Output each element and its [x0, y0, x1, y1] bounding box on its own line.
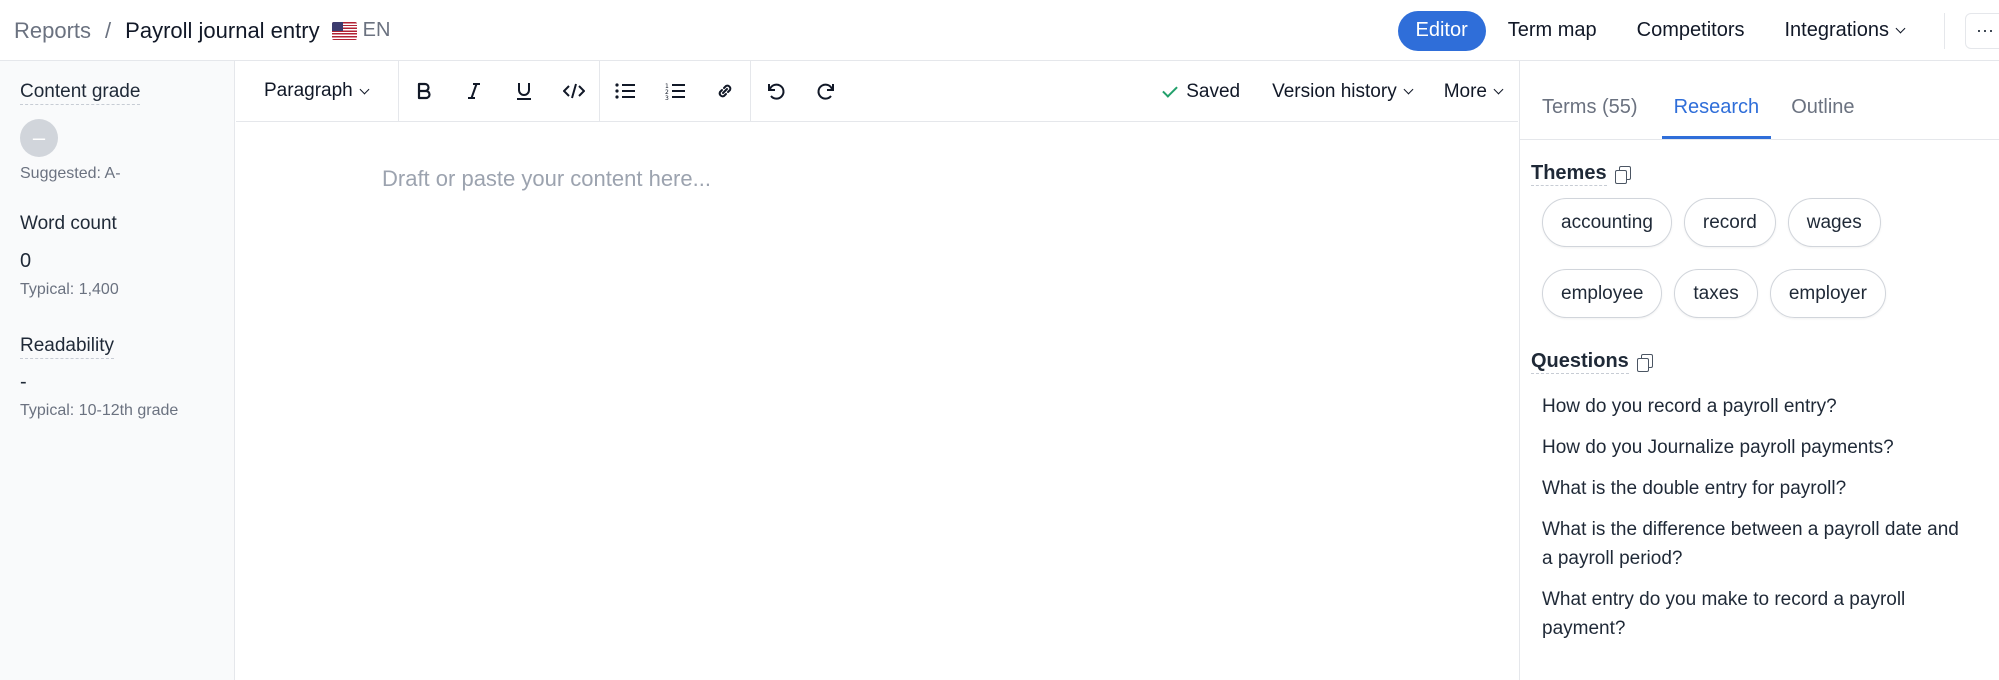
underline-button[interactable] — [499, 61, 549, 122]
bold-button[interactable] — [399, 61, 449, 122]
underline-icon — [516, 83, 531, 100]
theme-chips: accounting record wages employee taxes e… — [1542, 198, 1962, 340]
redo-button[interactable] — [801, 61, 851, 122]
questions-heading: Questions — [1531, 350, 1999, 374]
metrics-sidebar: Content grade – Suggested: A- Word count… — [0, 61, 235, 680]
theme-chip[interactable]: taxes — [1674, 269, 1758, 318]
breadcrumb-separator: / — [105, 17, 112, 43]
chevron-down-icon — [1493, 84, 1504, 95]
question-item[interactable]: What is the double entry for payroll? — [1542, 474, 1962, 503]
version-history-label: Version history — [1272, 80, 1397, 102]
copy-icon[interactable] — [1614, 166, 1631, 184]
theme-chip[interactable]: record — [1683, 198, 1776, 247]
bold-icon — [417, 82, 431, 100]
page-title: Payroll journal entry — [125, 17, 320, 43]
paragraph-style-dropdown[interactable]: Paragraph — [236, 80, 398, 102]
language-selector[interactable]: EN — [363, 19, 391, 42]
svg-text:3: 3 — [665, 95, 669, 100]
nav-divider — [1944, 12, 1945, 49]
content-editor[interactable]: Draft or paste your content here... — [236, 122, 1518, 680]
bullet-list-button[interactable] — [600, 61, 650, 122]
us-flag-icon[interactable] — [331, 21, 357, 40]
more-options-button[interactable]: ··· — [1965, 12, 1999, 49]
text-format-group — [399, 61, 600, 121]
readability-typical: Typical: 10-12th grade — [20, 402, 179, 419]
suggested-grade: Suggested: A- — [20, 165, 121, 182]
question-item[interactable]: How do you record a payroll entry? — [1542, 392, 1962, 421]
chevron-down-icon — [359, 84, 370, 94]
integrations-label: Integrations — [1784, 19, 1889, 41]
breadcrumb: Reports / Payroll journal entry EN — [14, 0, 390, 61]
integrations-dropdown[interactable]: Integrations — [1764, 11, 1924, 51]
code-button[interactable] — [549, 61, 599, 122]
questions-list: How do you record a payroll entry? How d… — [1542, 392, 1962, 643]
themes-section: Themes accounting record wages employee … — [1520, 162, 1999, 340]
italic-button[interactable] — [449, 61, 499, 122]
word-count-value: 0 — [20, 250, 32, 272]
word-count-section: Word count 0 Typical: 1,400 — [20, 213, 234, 299]
history-group — [751, 61, 851, 121]
code-icon — [562, 83, 585, 99]
editor-placeholder: Draft or paste your content here... — [382, 166, 711, 191]
theme-chip[interactable]: wages — [1787, 198, 1881, 247]
theme-chip[interactable]: employee — [1542, 269, 1663, 318]
question-item[interactable]: What is the difference between a payroll… — [1542, 515, 1962, 573]
link-button[interactable] — [700, 61, 750, 122]
readability-label[interactable]: Readability — [20, 335, 114, 359]
breadcrumb-reports-link[interactable]: Reports — [14, 18, 91, 44]
copy-icon[interactable] — [1636, 354, 1653, 372]
top-bar: Reports / Payroll journal entry EN Edito… — [0, 0, 1999, 61]
word-count-label: Word count — [20, 213, 117, 234]
content-grade-label[interactable]: Content grade — [20, 81, 141, 105]
theme-chip[interactable]: employer — [1769, 269, 1886, 318]
numbered-list-button[interactable]: 123 — [650, 61, 700, 122]
list-group: 123 — [600, 61, 751, 121]
undo-button[interactable] — [751, 61, 801, 122]
themes-title: Themes — [1531, 162, 1607, 186]
saved-status: Saved — [1162, 80, 1241, 103]
tab-terms[interactable]: Terms (55) — [1542, 96, 1650, 139]
saved-label: Saved — [1186, 80, 1241, 102]
check-icon — [1162, 81, 1178, 98]
paragraph-group: Paragraph — [236, 61, 399, 121]
toolbar-right-actions: Saved Version history More — [1162, 61, 1518, 122]
word-count-typical: Typical: 1,400 — [20, 281, 119, 298]
top-navigation: Editor Term map Competitors Integrations… — [1397, 0, 1999, 61]
more-label: More — [1443, 80, 1487, 102]
readability-value: - — [20, 371, 27, 393]
competitors-tab-button[interactable]: Competitors — [1617, 11, 1765, 51]
paragraph-label: Paragraph — [264, 80, 353, 101]
version-history-dropdown[interactable]: Version history — [1272, 80, 1414, 103]
readability-section: Readability - Typical: 10-12th grade — [20, 335, 234, 420]
editor-toolbar: Paragraph 123 Saved Version history More — [236, 61, 1518, 122]
question-item[interactable]: How do you Journalize payroll payments? — [1542, 433, 1962, 462]
themes-heading: Themes — [1531, 162, 1999, 186]
tab-research[interactable]: Research — [1661, 96, 1772, 139]
tab-outline[interactable]: Outline — [1779, 96, 1866, 139]
redo-icon — [817, 83, 834, 100]
italic-icon — [467, 83, 480, 99]
question-item[interactable]: What entry do you make to record a payro… — [1542, 585, 1962, 643]
term-map-tab-button[interactable]: Term map — [1488, 11, 1617, 51]
questions-section: Questions How do you record a payroll en… — [1520, 350, 1999, 643]
chevron-down-icon — [1403, 84, 1414, 95]
sidebar-tabs: Terms (55) Research Outline — [1520, 61, 1999, 140]
more-dropdown[interactable]: More — [1443, 80, 1504, 103]
bullet-list-icon — [615, 83, 635, 99]
link-icon — [718, 84, 732, 98]
chevron-down-icon — [1895, 23, 1906, 34]
theme-chip[interactable]: accounting — [1542, 198, 1672, 247]
research-sidebar: Terms (55) Research Outline Themes accou… — [1519, 61, 1999, 680]
numbered-list-icon: 123 — [665, 83, 685, 100]
ellipsis-icon: ··· — [1976, 20, 1994, 40]
content-grade-section: Content grade – Suggested: A- — [20, 81, 234, 183]
content-grade-indicator: – — [20, 119, 58, 157]
undo-icon — [767, 83, 785, 100]
questions-title: Questions — [1531, 350, 1629, 374]
editor-tab-button[interactable]: Editor — [1397, 10, 1486, 51]
